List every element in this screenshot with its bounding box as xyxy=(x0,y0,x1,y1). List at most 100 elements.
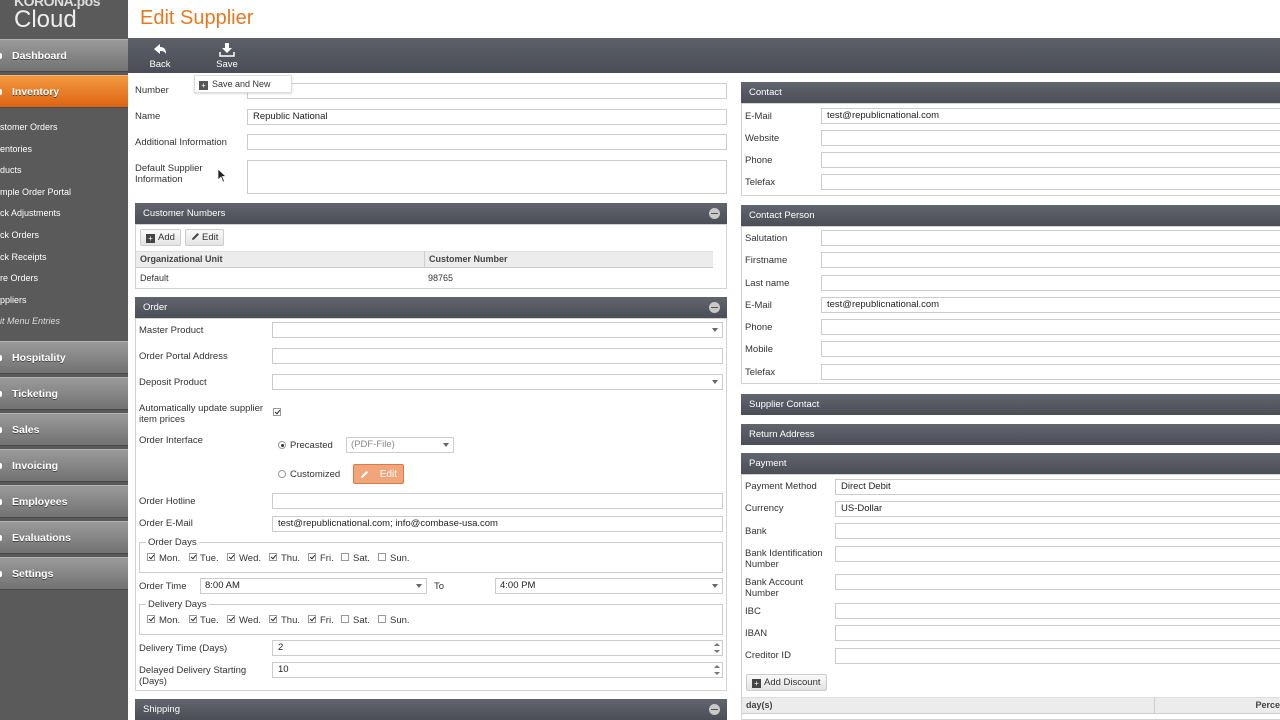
delivery-time-label: Delivery Time (Days) xyxy=(139,643,228,654)
precasted-label: Precasted xyxy=(290,440,333,451)
delivery-day-sat-checkbox[interactable] xyxy=(341,615,349,623)
sub-store-orders[interactable]: re Orders xyxy=(0,268,128,289)
master-product-select[interactable] xyxy=(272,322,723,338)
payment-header[interactable]: Payment xyxy=(741,453,1280,474)
order-email-field[interactable]: test@republicnational.com; info@combase-… xyxy=(272,516,723,532)
col-percent[interactable]: Perce xyxy=(1154,697,1280,714)
delivery-day-sun-checkbox[interactable] xyxy=(378,615,386,623)
name-field[interactable]: Republic National xyxy=(247,109,727,125)
delayed-delivery-field[interactable]: 10 xyxy=(272,662,723,678)
customized-radio[interactable] xyxy=(278,470,286,478)
number-field[interactable] xyxy=(247,83,727,99)
nav-evaluations[interactable]: Evaluations xyxy=(0,521,128,554)
nav-ticketing[interactable]: Ticketing xyxy=(0,377,128,410)
order-day-wed-checkbox[interactable] xyxy=(227,553,235,561)
cp-email-label: E-Mail xyxy=(745,300,772,311)
col-customer-number[interactable]: Customer Number xyxy=(424,251,713,268)
currency-field[interactable]: US-Dollar xyxy=(835,501,1280,517)
cp-telefax-field[interactable] xyxy=(821,364,1280,380)
bank-field[interactable] xyxy=(835,523,1280,539)
deposit-product-select[interactable] xyxy=(272,374,723,390)
sub-products[interactable]: ducts xyxy=(0,160,128,181)
delivery-time-field[interactable]: 2 xyxy=(272,640,723,656)
bic-field[interactable] xyxy=(835,546,1280,562)
bank-account-field[interactable] xyxy=(835,574,1280,590)
save-and-new-menu-item[interactable]: + Save and New xyxy=(194,75,292,93)
delivery-day-mon-checkbox[interactable] xyxy=(147,615,155,623)
delivery-day-tue-checkbox[interactable] xyxy=(189,615,197,623)
sub-stock-adjustments[interactable]: ck Adjustments xyxy=(0,203,128,224)
cp-email-field[interactable]: test@republicnational.com xyxy=(821,297,1280,313)
col-days[interactable]: day(s) xyxy=(742,697,1155,714)
customer-numbers-header[interactable]: Customer Numbers xyxy=(135,203,727,224)
col-organizational-unit[interactable]: Organizational Unit xyxy=(136,251,425,268)
nav-inventory[interactable]: Inventory xyxy=(0,75,128,108)
order-header[interactable]: Order xyxy=(135,297,727,318)
order-days-legend: Order Days xyxy=(146,537,199,548)
edit-customer-number-button[interactable]: Edit xyxy=(185,229,225,246)
firstname-field[interactable] xyxy=(821,252,1280,268)
order-day-sat-checkbox[interactable] xyxy=(341,553,349,561)
salutation-field[interactable] xyxy=(821,230,1280,246)
order-day-fri-checkbox[interactable] xyxy=(308,553,316,561)
cp-mobile-field[interactable] xyxy=(821,341,1280,357)
sub-sample-portal[interactable]: mple Order Portal xyxy=(0,182,128,203)
collapse-icon[interactable] xyxy=(709,208,720,219)
sub-inventories[interactable]: entories xyxy=(0,139,128,160)
sub-edit-menu[interactable]: it Menu Entries xyxy=(0,311,128,332)
nav-hospitality[interactable]: Hospitality xyxy=(0,341,128,374)
sub-stock-receipts[interactable]: ck Receipts xyxy=(0,247,128,268)
order-day-mon-checkbox[interactable] xyxy=(147,553,155,561)
nav-dashboard[interactable]: Dashboard xyxy=(0,39,128,72)
contact-phone-field[interactable] xyxy=(821,152,1280,168)
order-time-to-select[interactable]: 4:00 PM xyxy=(495,578,723,594)
collapse-icon[interactable] xyxy=(709,302,720,313)
supplier-contact-header[interactable]: Supplier Contact xyxy=(741,394,1280,415)
order-hotline-field[interactable] xyxy=(272,493,723,509)
stepper-icon[interactable] xyxy=(714,642,720,654)
pencil-icon xyxy=(192,233,199,240)
save-button[interactable]: Save xyxy=(195,38,259,73)
order-day-sun-checkbox[interactable] xyxy=(378,553,386,561)
ibc-field[interactable] xyxy=(835,603,1280,619)
nav-sales[interactable]: Sales xyxy=(0,413,128,446)
default-supplier-info-field[interactable] xyxy=(247,160,727,194)
nav-invoicing[interactable]: Invoicing xyxy=(0,449,128,482)
row-org-cell[interactable]: Default xyxy=(140,271,169,286)
add-discount-button[interactable]: + Add Discount xyxy=(746,674,827,691)
payment-method-field[interactable]: Direct Debit xyxy=(835,479,1280,495)
sub-customer-orders[interactable]: stomer Orders xyxy=(0,117,128,138)
precasted-format-select[interactable]: (PDF-File) xyxy=(346,437,454,453)
creditor-id-field[interactable] xyxy=(835,648,1280,664)
delivery-day-thu-checkbox[interactable] xyxy=(269,615,277,623)
return-address-header[interactable]: Return Address xyxy=(741,424,1280,445)
nav-settings[interactable]: Settings xyxy=(0,557,128,590)
stepper-icon[interactable] xyxy=(714,664,720,676)
website-field[interactable] xyxy=(821,130,1280,146)
back-button[interactable]: Back xyxy=(128,38,192,73)
nav-employees[interactable]: Employees xyxy=(0,485,128,518)
contact-telefax-field[interactable] xyxy=(821,174,1280,190)
add-customer-number-button[interactable]: + Add xyxy=(140,229,181,246)
additional-info-field[interactable] xyxy=(247,134,727,150)
precasted-radio[interactable] xyxy=(278,441,286,449)
cp-phone-field[interactable] xyxy=(821,319,1280,335)
shipping-header[interactable]: Shipping xyxy=(135,699,727,720)
lastname-field[interactable] xyxy=(821,275,1280,291)
order-time-from-select[interactable]: 8:00 AM xyxy=(200,578,427,594)
order-day-thu-checkbox[interactable] xyxy=(269,553,277,561)
contact-email-field[interactable]: test@republicnational.com xyxy=(821,108,1280,124)
auto-update-checkbox[interactable] xyxy=(273,408,281,416)
delivery-day-fri-checkbox[interactable] xyxy=(308,615,316,623)
sub-suppliers[interactable]: ppliers xyxy=(0,290,128,311)
contact-person-header[interactable]: Contact Person xyxy=(741,205,1280,226)
customized-edit-button[interactable]: Edit xyxy=(353,464,404,484)
order-day-tue-checkbox[interactable] xyxy=(189,553,197,561)
order-portal-address-field[interactable] xyxy=(272,348,723,364)
row-number-cell[interactable]: 98765 xyxy=(428,271,453,286)
collapse-icon[interactable] xyxy=(709,704,720,715)
sub-stock-orders[interactable]: ck Orders xyxy=(0,225,128,246)
contact-header[interactable]: Contact xyxy=(741,82,1280,103)
delivery-day-wed-checkbox[interactable] xyxy=(227,615,235,623)
iban-field[interactable] xyxy=(835,625,1280,641)
